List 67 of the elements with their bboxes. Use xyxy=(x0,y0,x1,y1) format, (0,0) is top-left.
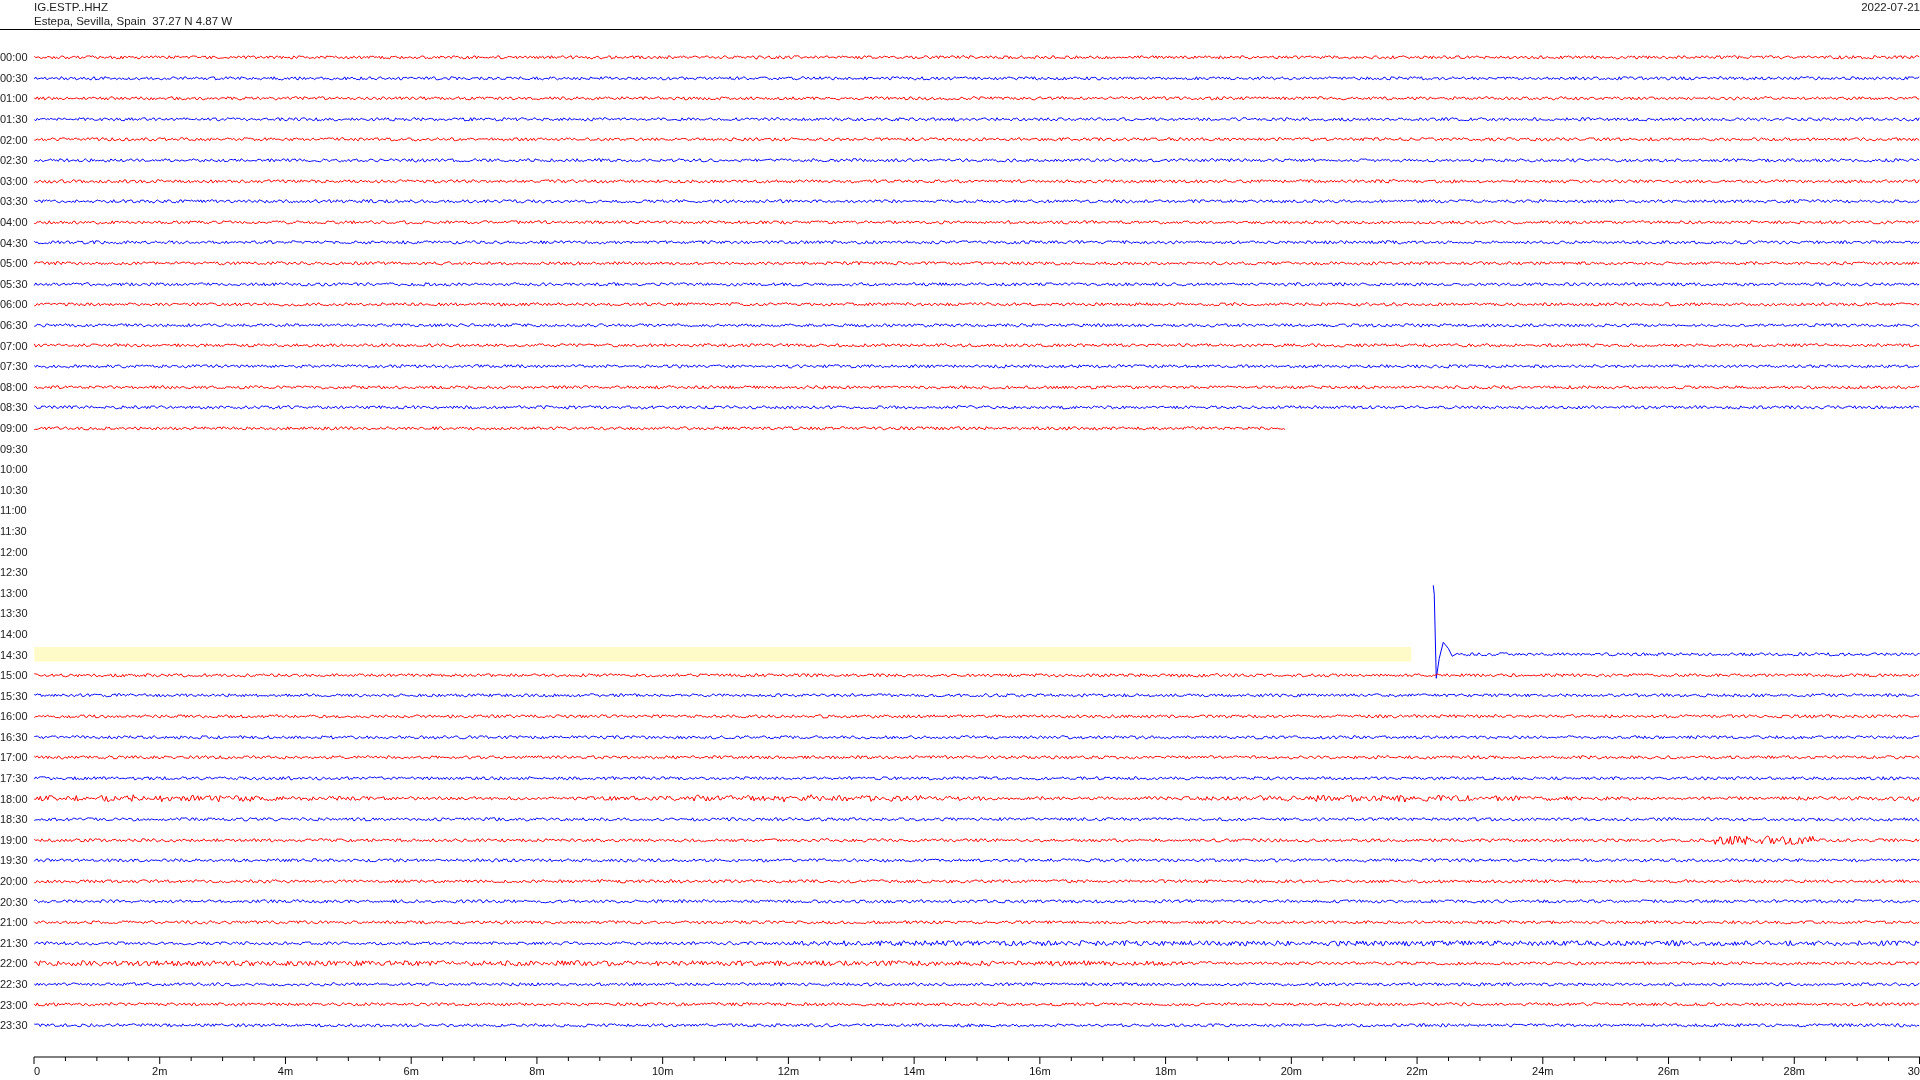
axis-label: 6m xyxy=(403,1064,419,1077)
time-label: 16:00 xyxy=(0,710,29,723)
time-label: 09:30 xyxy=(0,442,29,455)
axis-label: 20m xyxy=(1280,1064,1303,1077)
time-label: 12:30 xyxy=(0,566,29,579)
axis-label: 2m xyxy=(152,1064,168,1077)
time-label: 06:00 xyxy=(0,298,29,311)
time-label: 01:00 xyxy=(0,92,29,105)
time-label: 04:00 xyxy=(0,216,29,229)
date-label: 2022-07-21 xyxy=(1861,0,1920,14)
time-label: 17:00 xyxy=(0,751,29,764)
time-label: 00:30 xyxy=(0,71,29,84)
axis-label: 12m xyxy=(777,1064,800,1077)
time-label: 06:30 xyxy=(0,319,29,331)
time-label: 14:30 xyxy=(0,648,29,661)
time-label: 22:00 xyxy=(0,957,29,970)
time-label: 09:00 xyxy=(0,422,29,434)
time-label: 23:30 xyxy=(0,1019,29,1032)
axis-label: 0 xyxy=(34,1064,41,1077)
axis-label: 16m xyxy=(1029,1064,1051,1077)
time-label: 10:00 xyxy=(0,463,29,476)
time-label: 15:00 xyxy=(0,669,29,682)
axis-label: 14m xyxy=(903,1064,925,1077)
time-label: 13:30 xyxy=(0,607,29,620)
time-label: 11:30 xyxy=(0,524,28,537)
time-label: 20:00 xyxy=(0,875,29,888)
station-code: IG.ESTP..HHZ xyxy=(34,0,108,14)
time-label: 01:30 xyxy=(0,113,29,126)
time-label: 08:30 xyxy=(0,401,29,414)
time-label: 21:00 xyxy=(0,916,29,929)
time-label: 18:00 xyxy=(0,792,29,805)
time-label: 13:00 xyxy=(0,586,29,599)
axis-label: 22m xyxy=(1406,1064,1428,1077)
time-label: 12:00 xyxy=(0,545,29,558)
time-label: 19:00 xyxy=(0,833,29,846)
time-label: 11:00 xyxy=(0,504,28,517)
time-label: 15:30 xyxy=(0,689,29,702)
time-label: 19:30 xyxy=(0,854,29,867)
time-label: 00:00 xyxy=(0,51,29,64)
axis-label: 10m xyxy=(651,1064,674,1077)
axis-label: 24m xyxy=(1532,1064,1554,1077)
time-label: 20:30 xyxy=(0,895,29,908)
time-label: 17:30 xyxy=(0,772,29,785)
time-label: 03:30 xyxy=(0,195,29,208)
time-label: 04:30 xyxy=(0,236,29,249)
time-label: 14:00 xyxy=(0,627,29,640)
time-label: 05:00 xyxy=(0,257,29,270)
time-label: 07:00 xyxy=(0,339,29,352)
station-location: Estepa, Sevilla, Spain 37.27 N 4.87 W xyxy=(34,15,233,27)
time-label: 02:30 xyxy=(0,154,29,167)
time-label: 21:30 xyxy=(0,936,29,949)
axis-label: 18m xyxy=(1154,1064,1177,1077)
axis-label: 26m xyxy=(1657,1064,1680,1077)
time-label: 05:30 xyxy=(0,277,29,290)
axis-label: 8m xyxy=(529,1064,545,1077)
time-label: 23:00 xyxy=(0,998,29,1011)
time-label: 02:00 xyxy=(0,133,29,146)
time-label: 18:30 xyxy=(0,813,29,826)
axis-label: 4m xyxy=(277,1064,294,1077)
time-label: 03:00 xyxy=(0,174,29,187)
axis-label: 30 xyxy=(1907,1064,1920,1077)
time-label: 16:30 xyxy=(0,730,29,743)
axis-label: 28m xyxy=(1783,1064,1805,1077)
time-label: 08:00 xyxy=(0,380,29,393)
time-label: 22:30 xyxy=(0,978,29,990)
time-label: 07:30 xyxy=(0,360,29,373)
time-label: 10:30 xyxy=(0,483,29,496)
